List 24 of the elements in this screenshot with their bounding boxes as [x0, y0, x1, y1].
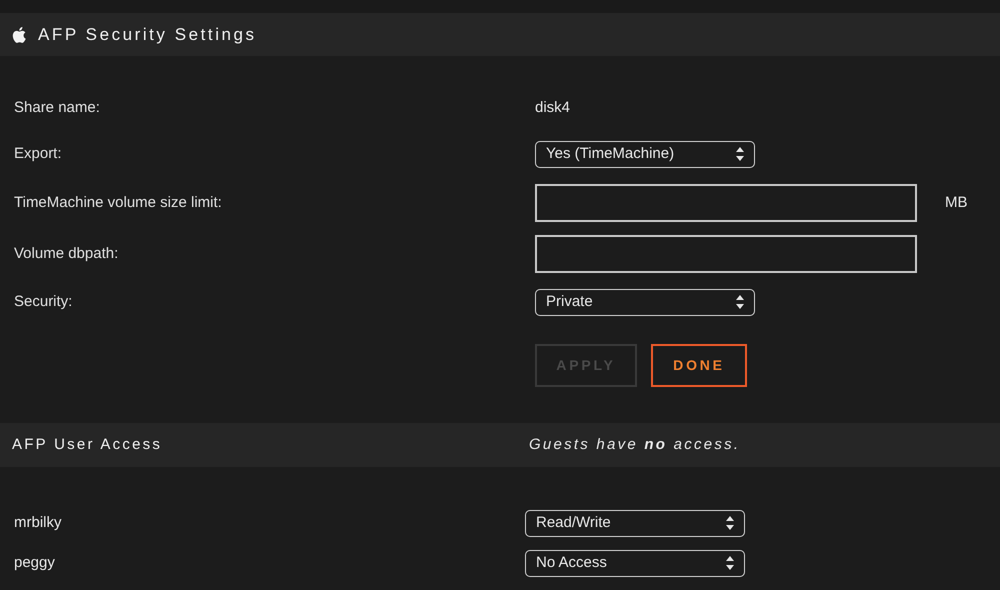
share-name-value: disk4 — [535, 98, 570, 118]
up-down-arrows-icon — [736, 147, 744, 161]
apple-logo-icon — [12, 26, 26, 42]
section-title: AFP User Access — [12, 434, 164, 455]
field-label: Export: — [13, 144, 63, 164]
select-dropdown[interactable]: Private — [535, 288, 755, 316]
select-dropdown[interactable]: Yes (TimeMachine) — [535, 140, 755, 168]
field-label: Security: — [13, 292, 74, 312]
up-down-arrows-icon — [736, 295, 744, 309]
action-button[interactable]: DONE — [651, 344, 747, 387]
input-field[interactable] — [535, 184, 917, 222]
section-title: AFP Security Settings — [38, 24, 257, 46]
select-dropdown[interactable]: No Access — [525, 550, 745, 576]
user-name: mrbilky — [13, 512, 62, 533]
field-label: Share name: — [13, 98, 101, 118]
up-down-arrows-icon — [726, 556, 734, 570]
user-name: peggy — [13, 552, 56, 573]
field-label: Volume dbpath: — [13, 244, 120, 264]
field-label: TimeMachine volume size limit: — [13, 192, 223, 213]
unit-label: MB — [945, 192, 968, 213]
input-field[interactable] — [535, 235, 917, 273]
up-down-arrows-icon — [726, 516, 734, 530]
guest-access-note: Guests have no access. — [529, 434, 740, 455]
select-dropdown[interactable]: Read/Write — [525, 510, 745, 536]
